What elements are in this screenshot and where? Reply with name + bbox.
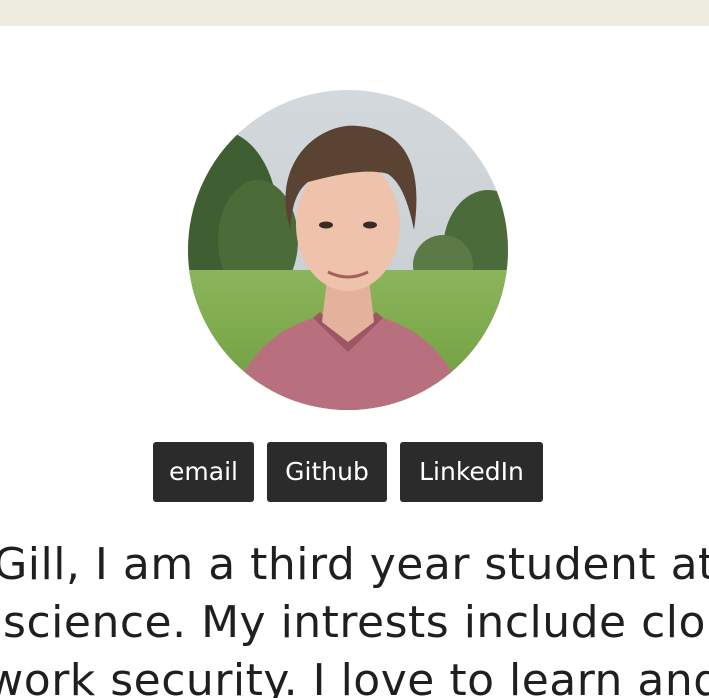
top-banner (0, 0, 709, 26)
bio-section: Gill, I am a third year student at scien… (0, 528, 709, 698)
email-button[interactable]: email (153, 442, 254, 502)
github-button[interactable]: Github (267, 442, 387, 502)
profile-photo-icon (188, 90, 508, 410)
contact-buttons: email Github LinkedIn (0, 442, 709, 502)
bio-line-1: Gill, I am a third year student at (0, 539, 709, 590)
avatar (188, 90, 508, 410)
bio-line-2: science. My intrests include clo (3, 597, 706, 648)
bio-text: Gill, I am a third year student at scien… (0, 536, 709, 698)
linkedin-button[interactable]: LinkedIn (400, 442, 543, 502)
bio-line-3: work security. I love to learn and (0, 655, 709, 698)
